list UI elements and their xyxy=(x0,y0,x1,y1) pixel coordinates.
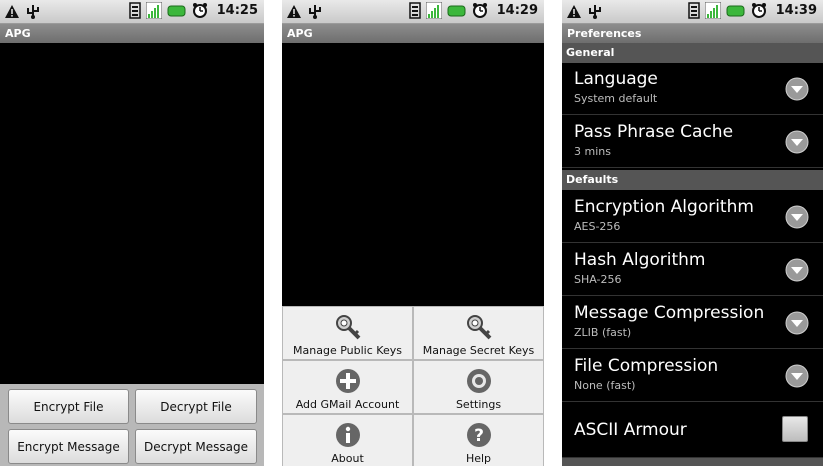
info-icon xyxy=(335,423,360,447)
decrypt-message-button[interactable]: Decrypt Message xyxy=(135,429,257,464)
menu-item-add-gmail-account[interactable]: Add GMail Account xyxy=(283,361,412,413)
pref-title: Hash Algorithm xyxy=(574,250,706,270)
signal-icon xyxy=(425,2,442,19)
action-button-panel: Encrypt File Decrypt File Encrypt Messag… xyxy=(0,384,264,466)
battery-icon xyxy=(726,5,745,16)
battery-icon xyxy=(447,5,466,16)
pref-hash-algorithm[interactable]: Hash Algorithm SHA-256 xyxy=(562,244,823,296)
section-header-general: General xyxy=(562,43,823,63)
status-bar: 14:25 xyxy=(0,0,264,24)
usb-icon xyxy=(309,5,321,19)
pref-ascii-armour[interactable]: ASCII Armour xyxy=(562,404,823,458)
menu-item-label: Manage Public Keys xyxy=(293,344,402,357)
key-icon xyxy=(466,315,491,340)
menu-item-manage-secret-keys[interactable]: Manage Secret Keys xyxy=(414,307,543,359)
menu-item-label: About xyxy=(331,452,364,465)
alarm-icon xyxy=(192,3,207,18)
menu-item-about[interactable]: About xyxy=(283,415,412,466)
gear-icon xyxy=(466,369,491,393)
encrypt-file-button[interactable]: Encrypt File xyxy=(8,389,129,424)
status-time: 14:25 xyxy=(216,3,258,18)
menu-item-settings[interactable]: Settings xyxy=(414,361,543,413)
pref-encryption-algorithm[interactable]: Encryption Algorithm AES-256 xyxy=(562,191,823,243)
menu-item-manage-public-keys[interactable]: Manage Public Keys xyxy=(283,307,412,359)
sim-icon xyxy=(687,2,700,19)
pref-value: None (fast) xyxy=(574,379,636,392)
help-icon: ? xyxy=(466,423,491,447)
usb-icon xyxy=(27,5,39,19)
pref-title: Encryption Algorithm xyxy=(574,197,754,217)
pref-title: Pass Phrase Cache xyxy=(574,122,734,142)
menu-item-label: Help xyxy=(465,452,492,465)
menu-item-label: Manage Secret Keys xyxy=(422,344,535,357)
dropdown-icon xyxy=(785,258,809,282)
pref-language[interactable]: Language System default xyxy=(562,63,823,115)
dropdown-icon xyxy=(785,77,809,101)
alarm-icon xyxy=(751,3,766,18)
dropdown-icon xyxy=(785,311,809,335)
status-time: 14:29 xyxy=(496,3,538,18)
options-menu: Manage Public Keys Manage Secret Keys Ad… xyxy=(282,306,544,466)
pref-message-compression[interactable]: Message Compression ZLIB (fast) xyxy=(562,297,823,349)
encrypt-message-button[interactable]: Encrypt Message xyxy=(8,429,129,464)
screen-preferences: 14:39 Preferences General Language Syste… xyxy=(562,0,823,466)
key-icon xyxy=(335,315,360,340)
decrypt-file-button[interactable]: Decrypt File xyxy=(135,389,257,424)
menu-item-help[interactable]: ? Help xyxy=(414,415,543,466)
plus-icon xyxy=(335,369,360,393)
warning-icon xyxy=(287,4,301,18)
screen-options-menu: 14:29 APG Manage Public Keys Manage Secr… xyxy=(282,0,544,466)
dropdown-icon xyxy=(785,205,809,229)
dropdown-icon xyxy=(785,364,809,388)
pref-title: File Compression xyxy=(574,356,719,376)
alarm-icon xyxy=(472,3,487,18)
signal-icon xyxy=(145,2,162,19)
battery-icon xyxy=(167,5,186,16)
app-title: APG xyxy=(282,24,544,43)
screen-main: 14:25 APG Encrypt File Decrypt File Encr… xyxy=(0,0,264,466)
section-header-defaults: Defaults xyxy=(562,170,823,190)
status-bar: 14:39 xyxy=(562,0,823,24)
signal-icon xyxy=(704,2,721,19)
pref-value: 3 mins xyxy=(574,145,611,158)
pref-pass-phrase-cache[interactable]: Pass Phrase Cache 3 mins xyxy=(562,116,823,168)
usb-icon xyxy=(589,5,601,19)
page-title: Preferences xyxy=(562,24,823,43)
pref-title: ASCII Armour xyxy=(574,420,687,440)
pref-title: Language xyxy=(574,69,658,89)
status-time: 14:39 xyxy=(775,3,817,18)
pref-value: System default xyxy=(574,92,658,105)
sim-icon xyxy=(128,2,141,19)
sim-icon xyxy=(408,2,421,19)
status-bar: 14:29 xyxy=(282,0,544,24)
warning-icon xyxy=(5,4,19,18)
dropdown-icon xyxy=(785,130,809,154)
app-title: APG xyxy=(0,24,264,43)
pref-value: ZLIB (fast) xyxy=(574,326,632,339)
pref-title: Message Compression xyxy=(574,303,765,323)
svg-text:?: ? xyxy=(474,426,484,446)
warning-icon xyxy=(567,4,581,18)
menu-item-label: Settings xyxy=(455,398,502,411)
pref-value: AES-256 xyxy=(574,220,621,233)
section-header-partial xyxy=(562,458,823,466)
ascii-armour-checkbox[interactable] xyxy=(782,416,808,442)
pref-file-compression[interactable]: File Compression None (fast) xyxy=(562,350,823,402)
menu-item-label: Add GMail Account xyxy=(295,398,400,411)
pref-value: SHA-256 xyxy=(574,273,622,286)
